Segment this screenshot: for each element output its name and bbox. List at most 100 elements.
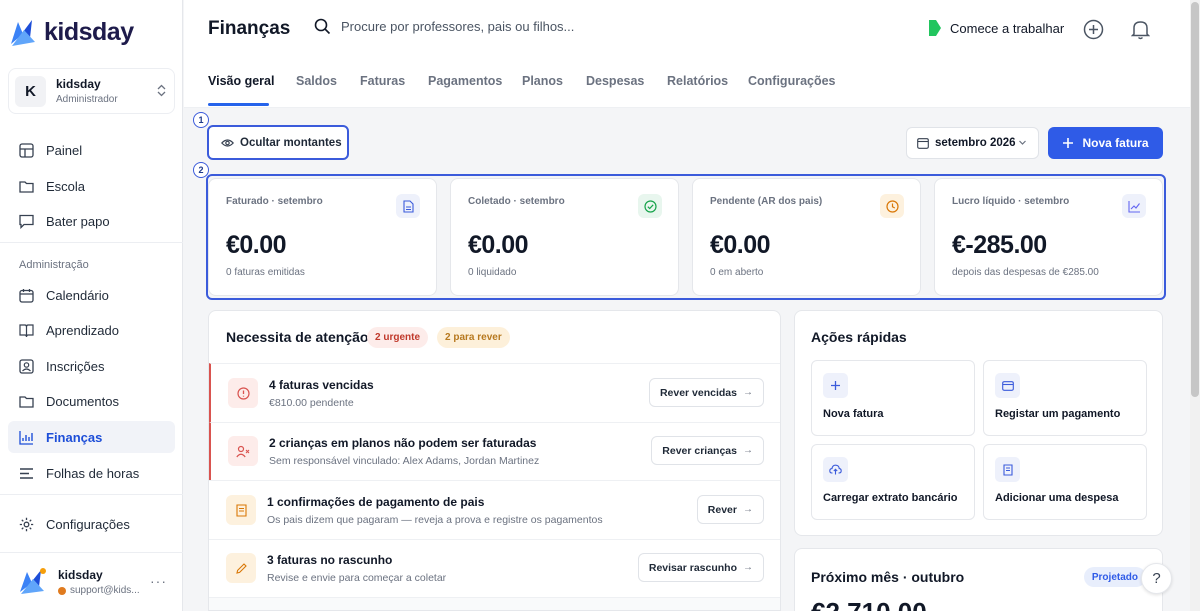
start-work-label: Comece a trabalhar [950, 20, 1065, 36]
review-overdue-button[interactable]: Rever vencidas → [648, 378, 764, 407]
chevron-up-down-icon [157, 84, 166, 99]
receipt-icon [995, 457, 1020, 482]
arrow-right-icon: → [743, 562, 753, 573]
more-icon[interactable]: ··· [150, 573, 167, 589]
tab-planos[interactable]: Planos [522, 74, 563, 88]
add-circle-icon[interactable] [1082, 18, 1104, 40]
bell-icon[interactable] [1129, 18, 1151, 40]
search-input[interactable] [341, 19, 641, 34]
sidebar-item-label: Documentos [46, 393, 119, 409]
start-work-button[interactable]: Comece a trabalhar [928, 19, 1064, 37]
attention-title: Necessita de atenção [226, 329, 369, 345]
sidebar-item-inscricoes[interactable]: Inscrições [8, 350, 175, 382]
new-invoice-button[interactable]: Nova fatura [1048, 127, 1163, 159]
user-email: support@kids... [70, 585, 140, 596]
user-name: kidsday [58, 568, 103, 582]
tab-faturas[interactable]: Faturas [360, 74, 405, 88]
next-month-title: Próximo mês · outubro [811, 569, 965, 585]
stat-card-pendente: Pendente (AR dos pais) €0.00 0 em aberto [692, 178, 921, 296]
sidebar-item-documentos[interactable]: Documentos [8, 385, 175, 417]
scrollbar-thumb[interactable] [1191, 2, 1199, 397]
quick-action-new-invoice[interactable]: Nova fatura [811, 360, 975, 436]
stat-label: Lucro líquido · setembro [952, 196, 1070, 207]
row-title: 4 faturas vencidas [269, 378, 374, 392]
sidebar-item-label: Calendário [46, 287, 109, 303]
active-tab-indicator [208, 103, 269, 106]
sidebar-item-escola[interactable]: Escola [8, 170, 175, 202]
brand-logo[interactable]: kidsday [8, 14, 134, 50]
stat-value: €0.00 [710, 231, 771, 259]
stat-value: €0.00 [226, 231, 287, 259]
gear-icon [18, 516, 34, 532]
check-circle-icon [638, 194, 662, 218]
row-subtitle: Os pais dizem que pagaram — reveja a pro… [267, 514, 603, 526]
quick-action-label: Adicionar uma despesa [995, 492, 1119, 504]
quick-actions-title: Ações rápidas [811, 329, 907, 345]
stat-sub: 0 faturas emitidas [226, 267, 305, 278]
avatar [18, 566, 50, 598]
attention-row-partial [209, 597, 780, 610]
quick-action-upload-statement[interactable]: Carregar extrato bancário [811, 444, 975, 520]
chevron-down-icon [1019, 140, 1026, 145]
tab-visao-geral[interactable]: Visão geral [208, 74, 274, 88]
quick-action-add-expense[interactable]: Adicionar uma despesa [983, 444, 1147, 520]
sidebar-item-folhas-de-horas[interactable]: Folhas de horas [8, 457, 175, 489]
chart-icon [18, 429, 34, 445]
quick-action-record-payment[interactable]: Registar um pagamento [983, 360, 1147, 436]
sidebar-item-bater-papo[interactable]: Bater papo [8, 205, 175, 237]
tab-despesas[interactable]: Despesas [586, 74, 644, 88]
sidebar-item-aprendizado[interactable]: Aprendizado [8, 314, 175, 346]
upload-icon [823, 457, 848, 482]
search-icon [314, 18, 331, 35]
org-switcher[interactable]: K kidsday Administrador [8, 68, 175, 114]
stat-label: Coletado · setembro [468, 196, 565, 207]
dashboard-icon [18, 142, 34, 158]
row-subtitle: €810.00 pendente [269, 397, 354, 409]
help-button[interactable]: ? [1141, 563, 1172, 594]
attention-row-children: 2 crianças em planos não podem ser fatur… [209, 422, 780, 480]
projected-badge: Projetado [1083, 567, 1146, 587]
arrow-right-icon: → [743, 387, 753, 398]
stat-label: Pendente (AR dos pais) [710, 196, 823, 207]
sidebar-item-financas[interactable]: Finanças [8, 421, 175, 453]
sidebar-item-label: Finanças [46, 429, 103, 445]
sidebar: kidsday K kidsday Administrador Painel E… [0, 0, 183, 611]
folder-icon [18, 393, 34, 409]
button-label: Rever vencidas [659, 386, 737, 399]
hide-amounts-label: Ocultar montantes [240, 136, 342, 149]
button-label: Rever crianças [662, 444, 737, 457]
sidebar-item-calendario[interactable]: Calendário [8, 279, 175, 311]
quick-actions-panel: Ações rápidas Nova fatura Registar um pa… [794, 310, 1163, 536]
sidebar-item-painel[interactable]: Painel [8, 134, 175, 166]
document-icon [396, 194, 420, 218]
stat-value: €-285.00 [952, 231, 1047, 259]
row-title: 3 faturas no rascunho [267, 553, 393, 567]
stat-sub: 0 liquidado [468, 267, 517, 278]
row-title: 2 crianças em planos não podem ser fatur… [269, 436, 537, 450]
month-select[interactable]: setembro 2026 [906, 127, 1039, 159]
tab-configuracoes[interactable]: Configurações [748, 74, 836, 88]
review-children-button[interactable]: Rever crianças → [651, 436, 764, 465]
tab-relatorios[interactable]: Relatórios [667, 74, 728, 88]
status-dot [58, 586, 66, 595]
quick-action-label: Nova fatura [823, 408, 884, 420]
review-drafts-button[interactable]: Revisar rascunho → [637, 553, 764, 582]
kidsday-logo-icon [11, 20, 35, 46]
clock-icon [880, 194, 904, 218]
tab-saldos[interactable]: Saldos [296, 74, 337, 88]
sidebar-item-label: Inscrições [46, 358, 105, 374]
eye-icon [221, 138, 234, 147]
top-header: Finanças Comece a trabalhar [184, 0, 1190, 58]
user-menu[interactable]: kidsday support@kids... ··· [8, 560, 175, 604]
arrow-right-icon: → [743, 445, 753, 456]
book-icon [18, 322, 34, 338]
hide-amounts-button[interactable]: Ocultar montantes [207, 125, 349, 160]
tab-pagamentos[interactable]: Pagamentos [428, 74, 502, 88]
arrow-right-icon: → [743, 504, 753, 515]
sidebar-section-label: Administração [19, 259, 89, 271]
month-select-value: setembro 2026 [935, 137, 1016, 149]
search-bar [314, 18, 641, 35]
sidebar-item-configuracoes[interactable]: Configurações [8, 508, 175, 540]
help-label: ? [1152, 570, 1161, 587]
review-confirmations-button[interactable]: Rever → [696, 495, 764, 524]
